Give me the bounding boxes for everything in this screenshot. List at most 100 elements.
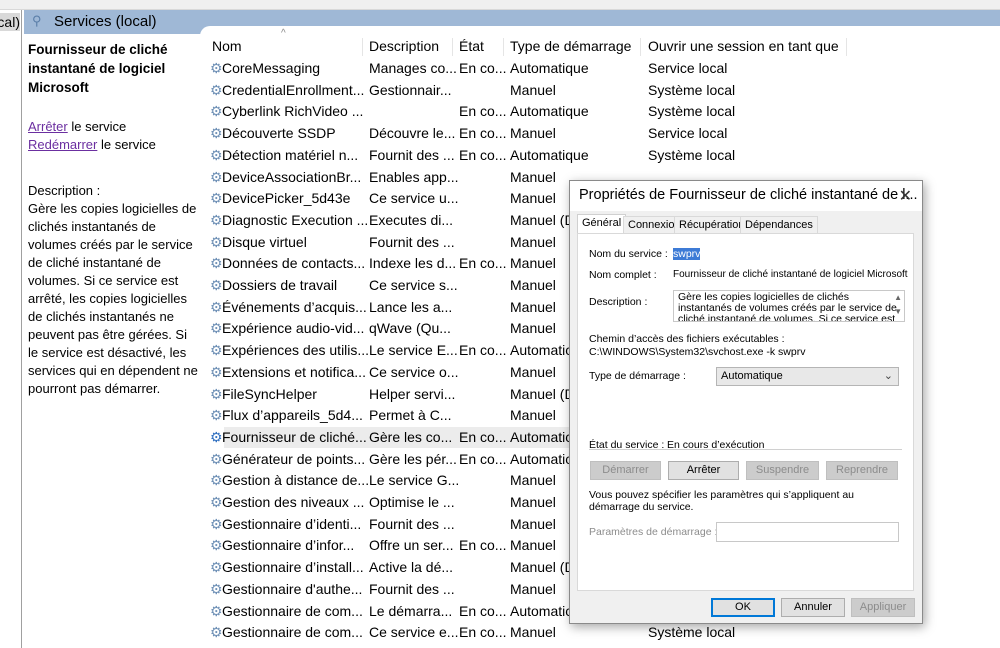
- cell-logon-as: Système local: [648, 146, 736, 163]
- table-row[interactable]: ⚙ Gestionnaire de com... Ce service e... En…: [208, 622, 908, 643]
- column-separator[interactable]: [846, 38, 847, 56]
- cell-startup-type: Automatic: [510, 428, 573, 445]
- cell-name: Événements d’acquis...: [222, 298, 367, 315]
- column-header-logon-as[interactable]: Ouvrir une session en tant que: [648, 38, 839, 58]
- cell-description: Enables app...: [369, 168, 459, 185]
- cell-description: Fournit des ...: [369, 580, 455, 597]
- cell-name: Expériences des utilis...: [222, 342, 370, 359]
- service-details-pane: Fournisseur de cliché instantané de logi…: [28, 40, 200, 398]
- service-gear-icon: ⚙: [210, 407, 223, 424]
- cell-startup-type: Manuel (D: [510, 385, 575, 402]
- stop-button[interactable]: Arrêter: [668, 461, 739, 480]
- service-gear-icon: ⚙: [210, 255, 223, 272]
- service-gear-icon: ⚙: [210, 81, 223, 98]
- cell-description: Ce service o...: [369, 363, 459, 380]
- cell-name: CredentialEnrollment...: [222, 81, 365, 98]
- tab-recuperation[interactable]: Récupération: [674, 216, 750, 234]
- cell-startup-type: Manuel (D: [510, 211, 575, 228]
- cell-name: Flux d’appareils_5d4...: [222, 407, 363, 424]
- cell-name: Dossiers de travail: [222, 277, 338, 293]
- cell-description: Offre un ser...: [369, 537, 454, 554]
- cancel-button[interactable]: Annuler: [781, 598, 845, 617]
- service-gear-icon: ⚙: [210, 211, 223, 228]
- cell-startup-type: Manuel (D: [510, 559, 575, 576]
- cell-description: Le service G...: [369, 472, 460, 489]
- cell-name: Gestionnaire de com...: [222, 602, 363, 619]
- cell-name: Extensions et notifica...: [222, 363, 366, 380]
- pause-button[interactable]: Suspendre: [746, 461, 819, 480]
- cell-description: Gestionnair...: [369, 81, 452, 98]
- cell-status: En co...: [459, 537, 507, 554]
- cell-description: Découvre le...: [369, 125, 456, 142]
- start-button[interactable]: Démarrer: [590, 461, 661, 480]
- cell-status: En co...: [459, 146, 507, 163]
- close-icon[interactable]: ✕: [899, 186, 912, 206]
- cell-status: En co...: [459, 60, 507, 76]
- cell-logon-as: Système local: [648, 81, 736, 98]
- path-value: C:\WINDOWS\System32\svchost.exe -k swprv: [589, 346, 806, 358]
- chevron-down-icon: ⌄: [883, 370, 893, 382]
- service-gear-icon: ⚙: [210, 580, 223, 597]
- column-header-status[interactable]: État: [459, 38, 484, 58]
- params-hint: Vous pouvez spécifier les paramètres qui…: [589, 489, 854, 513]
- apply-button[interactable]: Appliquer: [851, 598, 915, 617]
- properties-dialog: Propriétés de Fournisseur de cliché inst…: [569, 180, 923, 624]
- cell-status: En co...: [459, 255, 507, 272]
- cell-description: Manages co...: [369, 60, 457, 76]
- column-header-startup-type[interactable]: Type de démarrage: [510, 38, 631, 58]
- resume-button[interactable]: Reprendre: [826, 461, 898, 480]
- column-separator[interactable]: [362, 38, 363, 56]
- description-textbox[interactable]: Gère les copies logicielles de clichés i…: [673, 290, 905, 322]
- column-header-name[interactable]: Nom: [212, 38, 242, 58]
- cell-status: En co...: [459, 450, 507, 467]
- tab-general[interactable]: Général: [577, 214, 627, 235]
- column-header-description[interactable]: Description: [369, 38, 439, 58]
- column-separator[interactable]: [640, 38, 641, 56]
- dialog-title: Propriétés de Fournisseur de cliché inst…: [579, 187, 918, 203]
- table-row[interactable]: ⚙ CredentialEnrollment... Gestionnair... Ma…: [208, 80, 908, 101]
- cell-startup-type: Manuel: [510, 233, 556, 250]
- cell-description: Indexe les d...: [369, 255, 457, 272]
- full-name-value: Fournisseur de cliché instantané de logi…: [673, 269, 908, 280]
- description-value: Gère les copies logicielles de clichés i…: [678, 291, 897, 322]
- tab-dependances[interactable]: Dépendances: [740, 216, 818, 234]
- params-input[interactable]: [716, 522, 899, 542]
- cell-status: En co...: [459, 103, 507, 120]
- params-label: Paramètres de démarrage :: [589, 526, 718, 538]
- service-gear-icon: ⚙: [210, 428, 223, 445]
- restart-service-link[interactable]: Redémarrer: [28, 137, 97, 152]
- table-row[interactable]: ⚙ CoreMessaging Manages co... En co... Autom…: [208, 58, 908, 79]
- cell-name: Détection matériel n...: [222, 146, 359, 163]
- table-row[interactable]: ⚙ Découverte SSDP Découvre le... En co... Ma…: [208, 123, 908, 144]
- cell-startup-type: Manuel: [510, 624, 556, 641]
- service-gear-icon: ⚙: [210, 494, 223, 510]
- service-gear-icon: ⚙: [210, 168, 223, 185]
- service-gear-icon: ⚙: [210, 537, 223, 554]
- search-services-icon: ⚲: [32, 13, 42, 28]
- service-gear-icon: ⚙: [210, 320, 223, 337]
- startup-type-label: Type de démarrage :: [589, 370, 686, 382]
- column-separator[interactable]: [452, 38, 453, 56]
- service-gear-icon: ⚙: [210, 385, 223, 402]
- cell-description: Gère les co...: [369, 428, 453, 445]
- service-name-value[interactable]: swprv: [673, 248, 701, 260]
- cell-startup-type: Manuel: [510, 255, 556, 272]
- cell-startup-type: Manuel: [510, 125, 556, 142]
- tree-item-services-local[interactable]: Services (local): [0, 13, 20, 31]
- startup-type-select[interactable]: Automatique ⌄: [716, 367, 899, 386]
- service-gear-icon: ⚙: [210, 277, 223, 293]
- column-separator[interactable]: [503, 38, 504, 56]
- service-gear-icon: ⚙: [210, 450, 223, 467]
- cell-name: Disque virtuel: [222, 233, 307, 250]
- cell-name: Découverte SSDP: [222, 125, 336, 142]
- scroll-arrows-icon[interactable]: ▲ ▼: [894, 291, 902, 319]
- table-row[interactable]: ⚙ Cyberlink RichVideo ... En co... Automati…: [208, 101, 908, 122]
- cell-description: Helper servi...: [369, 385, 456, 402]
- cell-name: Gestion à distance de...: [222, 472, 370, 489]
- restart-link-suffix: le service: [97, 137, 156, 152]
- cell-startup-type: Manuel: [510, 537, 556, 554]
- table-row[interactable]: ⚙ Détection matériel n... Fournit des ... E…: [208, 145, 908, 166]
- ok-button[interactable]: OK: [711, 598, 775, 617]
- cell-startup-type: Automatique: [510, 146, 589, 163]
- stop-service-link[interactable]: Arrêter: [28, 119, 68, 134]
